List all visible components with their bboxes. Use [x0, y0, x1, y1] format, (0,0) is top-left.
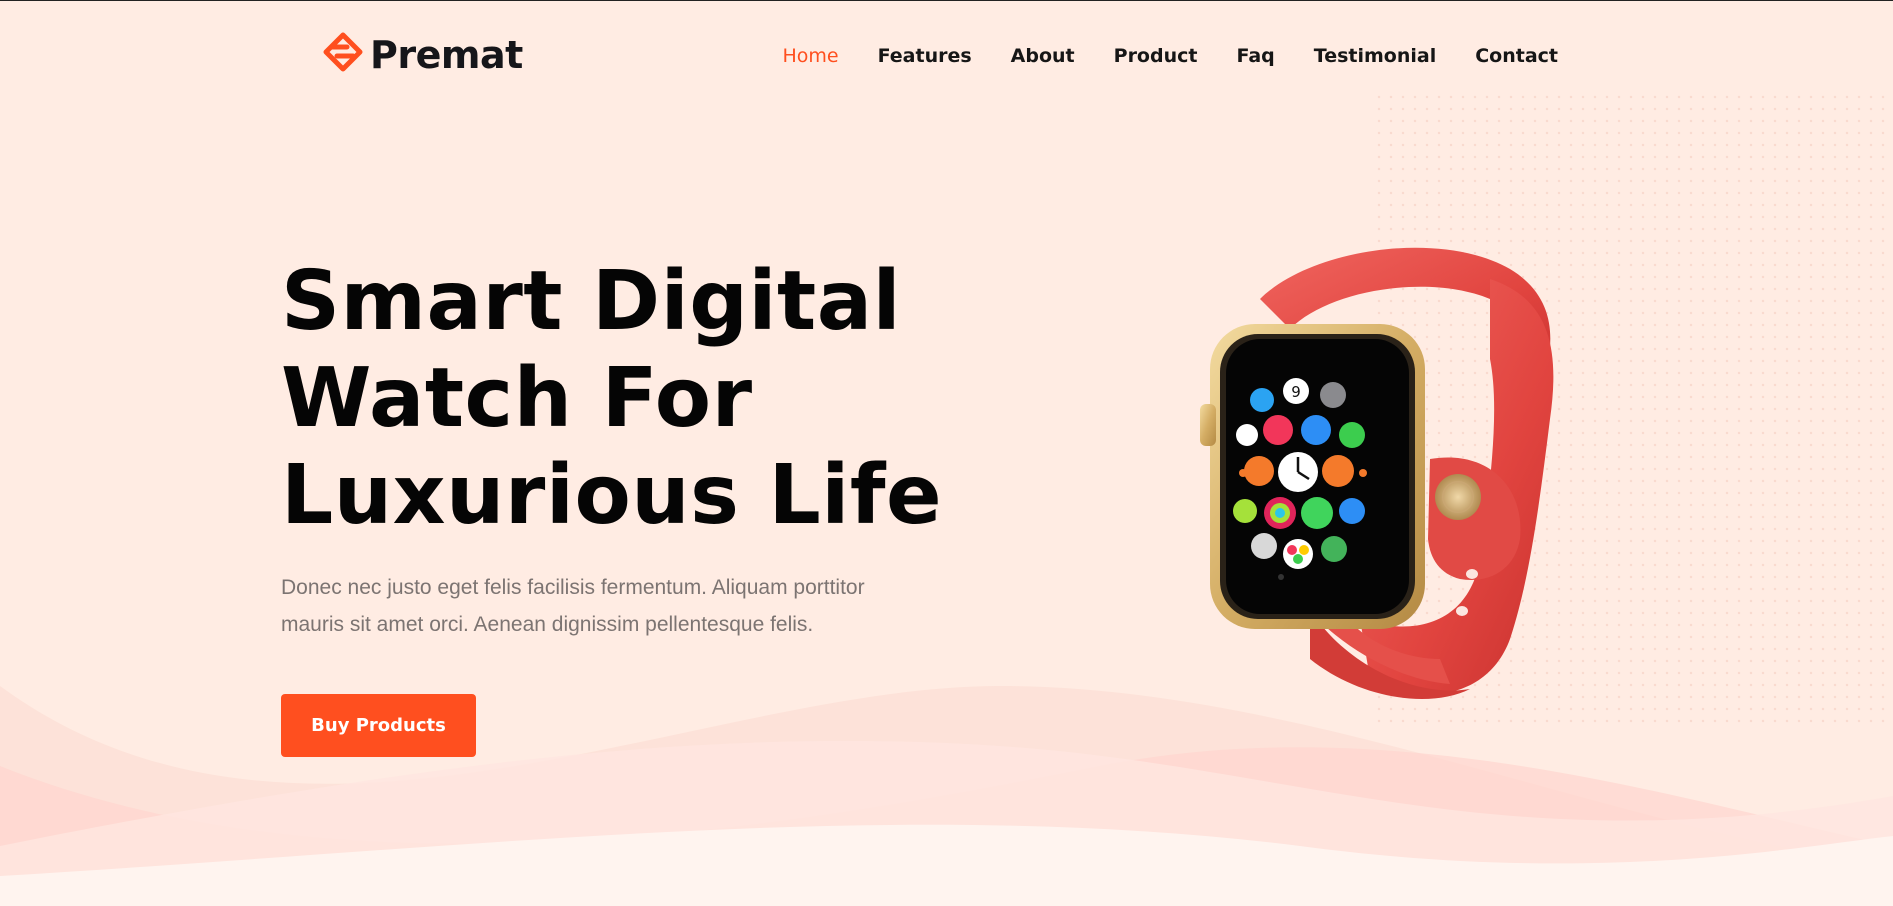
- buy-products-button[interactable]: Buy Products: [281, 694, 476, 757]
- smartwatch-image: 9: [1200, 247, 1554, 699]
- hero-title-line: Luxurious Life: [281, 448, 943, 543]
- hero-title-line: Watch For: [281, 351, 753, 446]
- hero-description: Donec nec justo eget felis facilisis fer…: [281, 576, 865, 636]
- hero-title: Smart Digital Watch For Luxurious Life: [281, 253, 1001, 544]
- nav-item-faq[interactable]: Faq: [1236, 45, 1274, 67]
- nav-item-contact[interactable]: Contact: [1475, 45, 1558, 67]
- brand-name: Premat: [370, 33, 523, 77]
- background-waves: [0, 686, 1893, 906]
- nav-item-testimonial[interactable]: Testimonial: [1314, 45, 1436, 67]
- nav-item-product[interactable]: Product: [1114, 45, 1198, 67]
- main-navigation: Home Features About Product Faq Testimon…: [782, 45, 1558, 67]
- brand-logo[interactable]: Premat: [322, 32, 523, 79]
- nav-item-home[interactable]: Home: [782, 45, 838, 67]
- stacked-diamond-icon: [322, 32, 364, 79]
- hero-title-line: Smart Digital: [281, 254, 902, 349]
- nav-item-about[interactable]: About: [1011, 45, 1075, 67]
- nav-item-features[interactable]: Features: [878, 45, 972, 67]
- watch-date: 9: [1291, 383, 1301, 401]
